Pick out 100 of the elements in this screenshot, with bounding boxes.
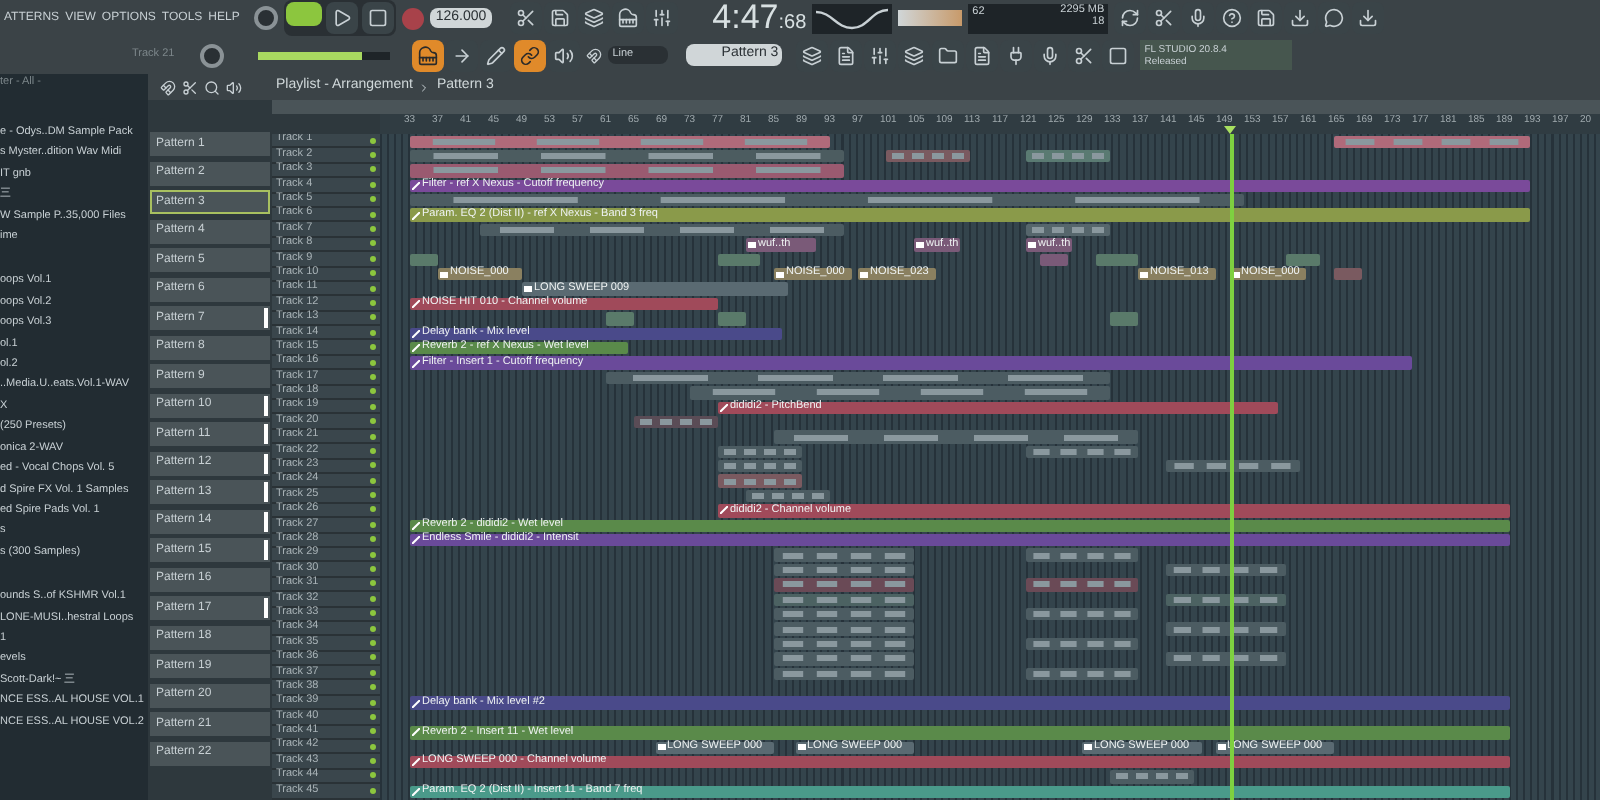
pattern-clip[interactable] [1166, 593, 1285, 606]
toolbar-icon [550, 8, 571, 28]
pattern-clip[interactable] [774, 652, 914, 666]
toolbar-icon [584, 8, 605, 28]
automation-curve-icon [720, 506, 728, 515]
step-pattern-drawing [1028, 580, 1136, 589]
stop-button[interactable] [361, 2, 394, 34]
audio-clip[interactable] [718, 253, 760, 267]
step-pattern-drawing [720, 477, 800, 486]
pattern-clip[interactable] [1026, 223, 1110, 237]
step-pattern-drawing [720, 462, 800, 471]
audio-clip[interactable] [1096, 253, 1138, 267]
pattern-clip[interactable] [886, 149, 970, 163]
pattern-clip[interactable] [1026, 149, 1110, 163]
step-pattern-drawing [1028, 551, 1136, 560]
pattern-clip[interactable] [774, 578, 914, 592]
audio-clip[interactable] [1040, 253, 1068, 267]
automation-curve-icon [412, 211, 420, 220]
link-button[interactable] [514, 39, 547, 71]
step-pattern-drawing [748, 492, 828, 501]
master-pitch-knob[interactable] [200, 43, 225, 67]
step-pattern-drawing [1168, 566, 1283, 575]
step-pattern-drawing [1112, 772, 1192, 781]
pattern-clip[interactable] [774, 593, 914, 606]
toolbar-icon [1120, 8, 1141, 28]
automation-curve-icon [412, 181, 420, 190]
window-icon [904, 45, 925, 65]
pattern-clip[interactable] [1026, 548, 1138, 562]
master-volume-slider[interactable] [258, 51, 391, 59]
keyboard-icon [418, 45, 439, 65]
pattern-clip[interactable] [634, 415, 718, 429]
pattern-clip[interactable] [1166, 563, 1285, 577]
play-icon [331, 8, 352, 28]
pattern-clip[interactable] [746, 489, 830, 503]
audio-clip[interactable] [1110, 312, 1138, 326]
automation-curve-icon [412, 787, 420, 796]
pattern-clip[interactable] [774, 608, 914, 621]
step-pattern-drawing [1028, 226, 1108, 235]
chevron-icon [418, 81, 431, 93]
scissors-icon[interactable] [182, 79, 198, 95]
toolbar-icon [1256, 8, 1277, 28]
pencil-icon [486, 45, 507, 65]
audio-clip[interactable] [606, 312, 634, 326]
pattern-clip[interactable] [718, 474, 802, 488]
pattern-clip[interactable] [1166, 460, 1299, 473]
pattern-clip[interactable] [718, 460, 802, 473]
automation-curve-icon [720, 403, 728, 412]
audio-clip[interactable] [718, 312, 746, 326]
toolbar-icon [652, 8, 673, 28]
window-icon [1108, 45, 1129, 65]
automation-curve-icon [412, 728, 420, 737]
pitch-knob[interactable] [253, 6, 278, 30]
pattern-clip[interactable] [1026, 578, 1138, 592]
audio-clip[interactable] [410, 253, 438, 267]
toolbar-icon [516, 8, 537, 28]
zoom-icon[interactable] [204, 79, 220, 95]
window-icon [870, 45, 891, 65]
magnet-icon [586, 47, 603, 63]
pattern-clip[interactable] [1026, 608, 1138, 621]
toolbar-icon [618, 8, 639, 28]
toolbar-icon [1222, 8, 1243, 28]
automation-curve-icon [412, 299, 420, 308]
toolbar-icon [1324, 8, 1345, 28]
toolbar-icon [1358, 8, 1379, 28]
step-pattern-drawing [1168, 625, 1283, 634]
pattern-clip[interactable] [1166, 622, 1285, 636]
step-pattern-drawing [1168, 654, 1283, 663]
pattern-clip[interactable] [774, 667, 914, 680]
step-pattern-drawing [888, 152, 968, 161]
automation-curve-icon [412, 699, 420, 708]
pattern-clip[interactable] [1026, 667, 1138, 680]
window-icon [938, 45, 959, 65]
pattern-clip[interactable] [718, 445, 802, 459]
step-pattern-drawing [1028, 639, 1136, 648]
pattern-clip[interactable] [1026, 445, 1138, 459]
pattern-clip[interactable] [1166, 652, 1285, 666]
pattern-clip[interactable] [774, 622, 914, 636]
link-icon [520, 45, 541, 65]
step-pattern-drawing [1028, 447, 1136, 456]
stop-icon [367, 8, 388, 28]
centiseconds-display: :68 [778, 9, 807, 37]
pattern-clip[interactable] [774, 637, 914, 651]
typing-keyboard-button[interactable] [412, 39, 445, 71]
song-mode-button[interactable] [285, 2, 322, 26]
window-icon [972, 45, 993, 65]
volume-meter [898, 10, 963, 26]
pattern-clip[interactable] [1110, 770, 1194, 784]
window-icon [1074, 45, 1095, 65]
audio-clip[interactable] [1334, 268, 1362, 281]
play-button[interactable] [325, 2, 358, 34]
automation-curve-icon [412, 758, 420, 767]
speaker-icon[interactable] [226, 79, 242, 95]
step-pattern-drawing [636, 418, 716, 427]
pattern-clip[interactable] [1026, 637, 1138, 651]
window-icon [836, 45, 857, 65]
step-pattern-drawing [1028, 669, 1136, 678]
pattern-clip[interactable] [774, 563, 914, 577]
pattern-clip[interactable] [774, 548, 914, 562]
magnet-icon[interactable] [160, 79, 176, 95]
audio-clip[interactable] [1285, 253, 1320, 267]
